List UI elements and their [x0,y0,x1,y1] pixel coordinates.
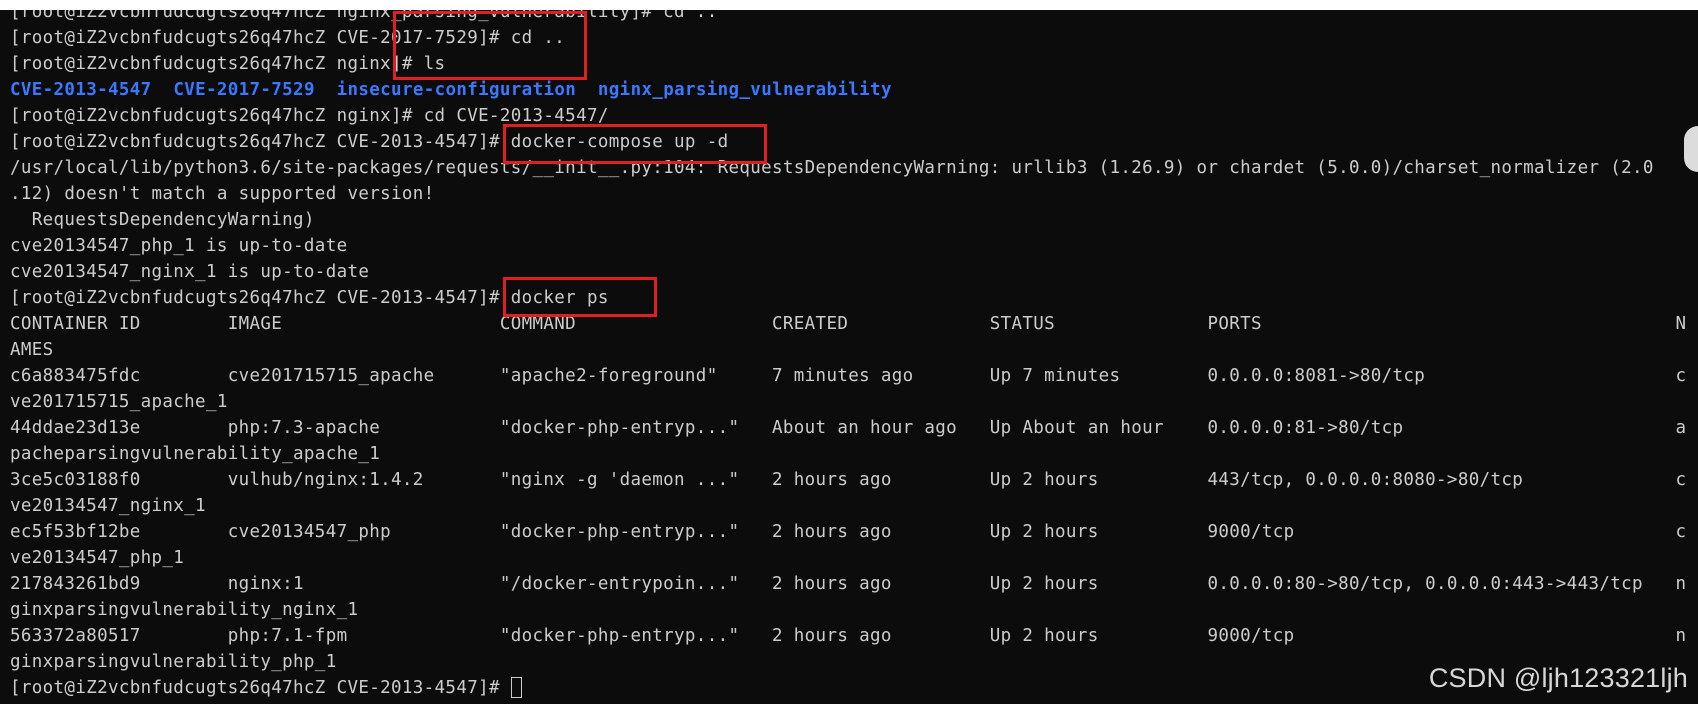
terminal-window[interactable]: [root@iZ2vcbnfudcugts26q47hcZ nginx_pars… [0,10,1698,704]
terminal-line: [root@iZ2vcbnfudcugts26q47hcZ CVE-2017-7… [10,28,566,48]
container-row: ve20134547_nginx_1 [10,496,206,516]
terminal-line: [root@iZ2vcbnfudcugts26q47hcZ CVE-2013-4… [10,288,609,308]
text-cursor [510,677,522,698]
watermark: CSDN @ljh123321ljh [1428,663,1688,693]
directory-entry: CVE-2017-7529 [173,80,315,100]
container-row: c6a883475fdc cve201715715_apache "apache… [10,366,1687,386]
terminal-line: cve20134547_php_1 is up-to-date [10,236,348,256]
container-row: ginxparsingvulnerability_nginx_1 [10,600,359,620]
container-row: ve20134547_php_1 [10,548,185,568]
terminal-line: /usr/local/lib/python3.6/site-packages/r… [10,158,1654,178]
container-row: pacheparsingvulnerability_apache_1 [10,444,381,464]
terminal-line: [root@iZ2vcbnfudcugts26q47hcZ nginx_pars… [10,10,718,22]
container-row: 3ce5c03188f0 vulhub/nginx:1.4.2 "nginx -… [10,470,1687,490]
terminal-line: [root@iZ2vcbnfudcugts26q47hcZ CVE-2013-4… [10,132,729,152]
terminal-line: [root@iZ2vcbnfudcugts26q47hcZ nginx]# ls [10,54,446,74]
directory-entry: insecure-configuration [336,80,577,100]
terminal-line: [root@iZ2vcbnfudcugts26q47hcZ nginx]# cd… [10,106,609,126]
container-row: ec5f53bf12be cve20134547_php "docker-php… [10,522,1687,542]
docker-ps-header: CONTAINER ID IMAGE COMMAND CREATED STATU… [10,314,1687,334]
directory-entry: CVE-2013-4547 [10,80,152,100]
terminal-line: RequestsDependencyWarning) [10,210,315,230]
container-row: 217843261bd9 nginx:1 "/docker-entrypoin.… [10,574,1687,594]
terminal-line: .12) doesn't match a supported version! [10,184,435,204]
container-row: ve201715715_apache_1 [10,392,228,412]
scrollbar-thumb[interactable] [1684,126,1698,172]
command-prompt: [root@iZ2vcbnfudcugts26q47hcZ CVE-2013-4… [10,678,511,698]
container-row: 563372a80517 php:7.1-fpm "docker-php-ent… [10,626,1687,646]
terminal-output: [root@iZ2vcbnfudcugts26q47hcZ nginx_pars… [10,10,1698,701]
docker-ps-header: AMES [10,340,54,360]
terminal-line: cve20134547_nginx_1 is up-to-date [10,262,370,282]
directory-entry: nginx_parsing_vulnerability [597,80,892,100]
ls-output-line: CVE-2013-4547 CVE-2017-7529 insecure-con… [10,77,1698,103]
container-row: 44ddae23d13e php:7.3-apache "docker-php-… [10,418,1687,438]
